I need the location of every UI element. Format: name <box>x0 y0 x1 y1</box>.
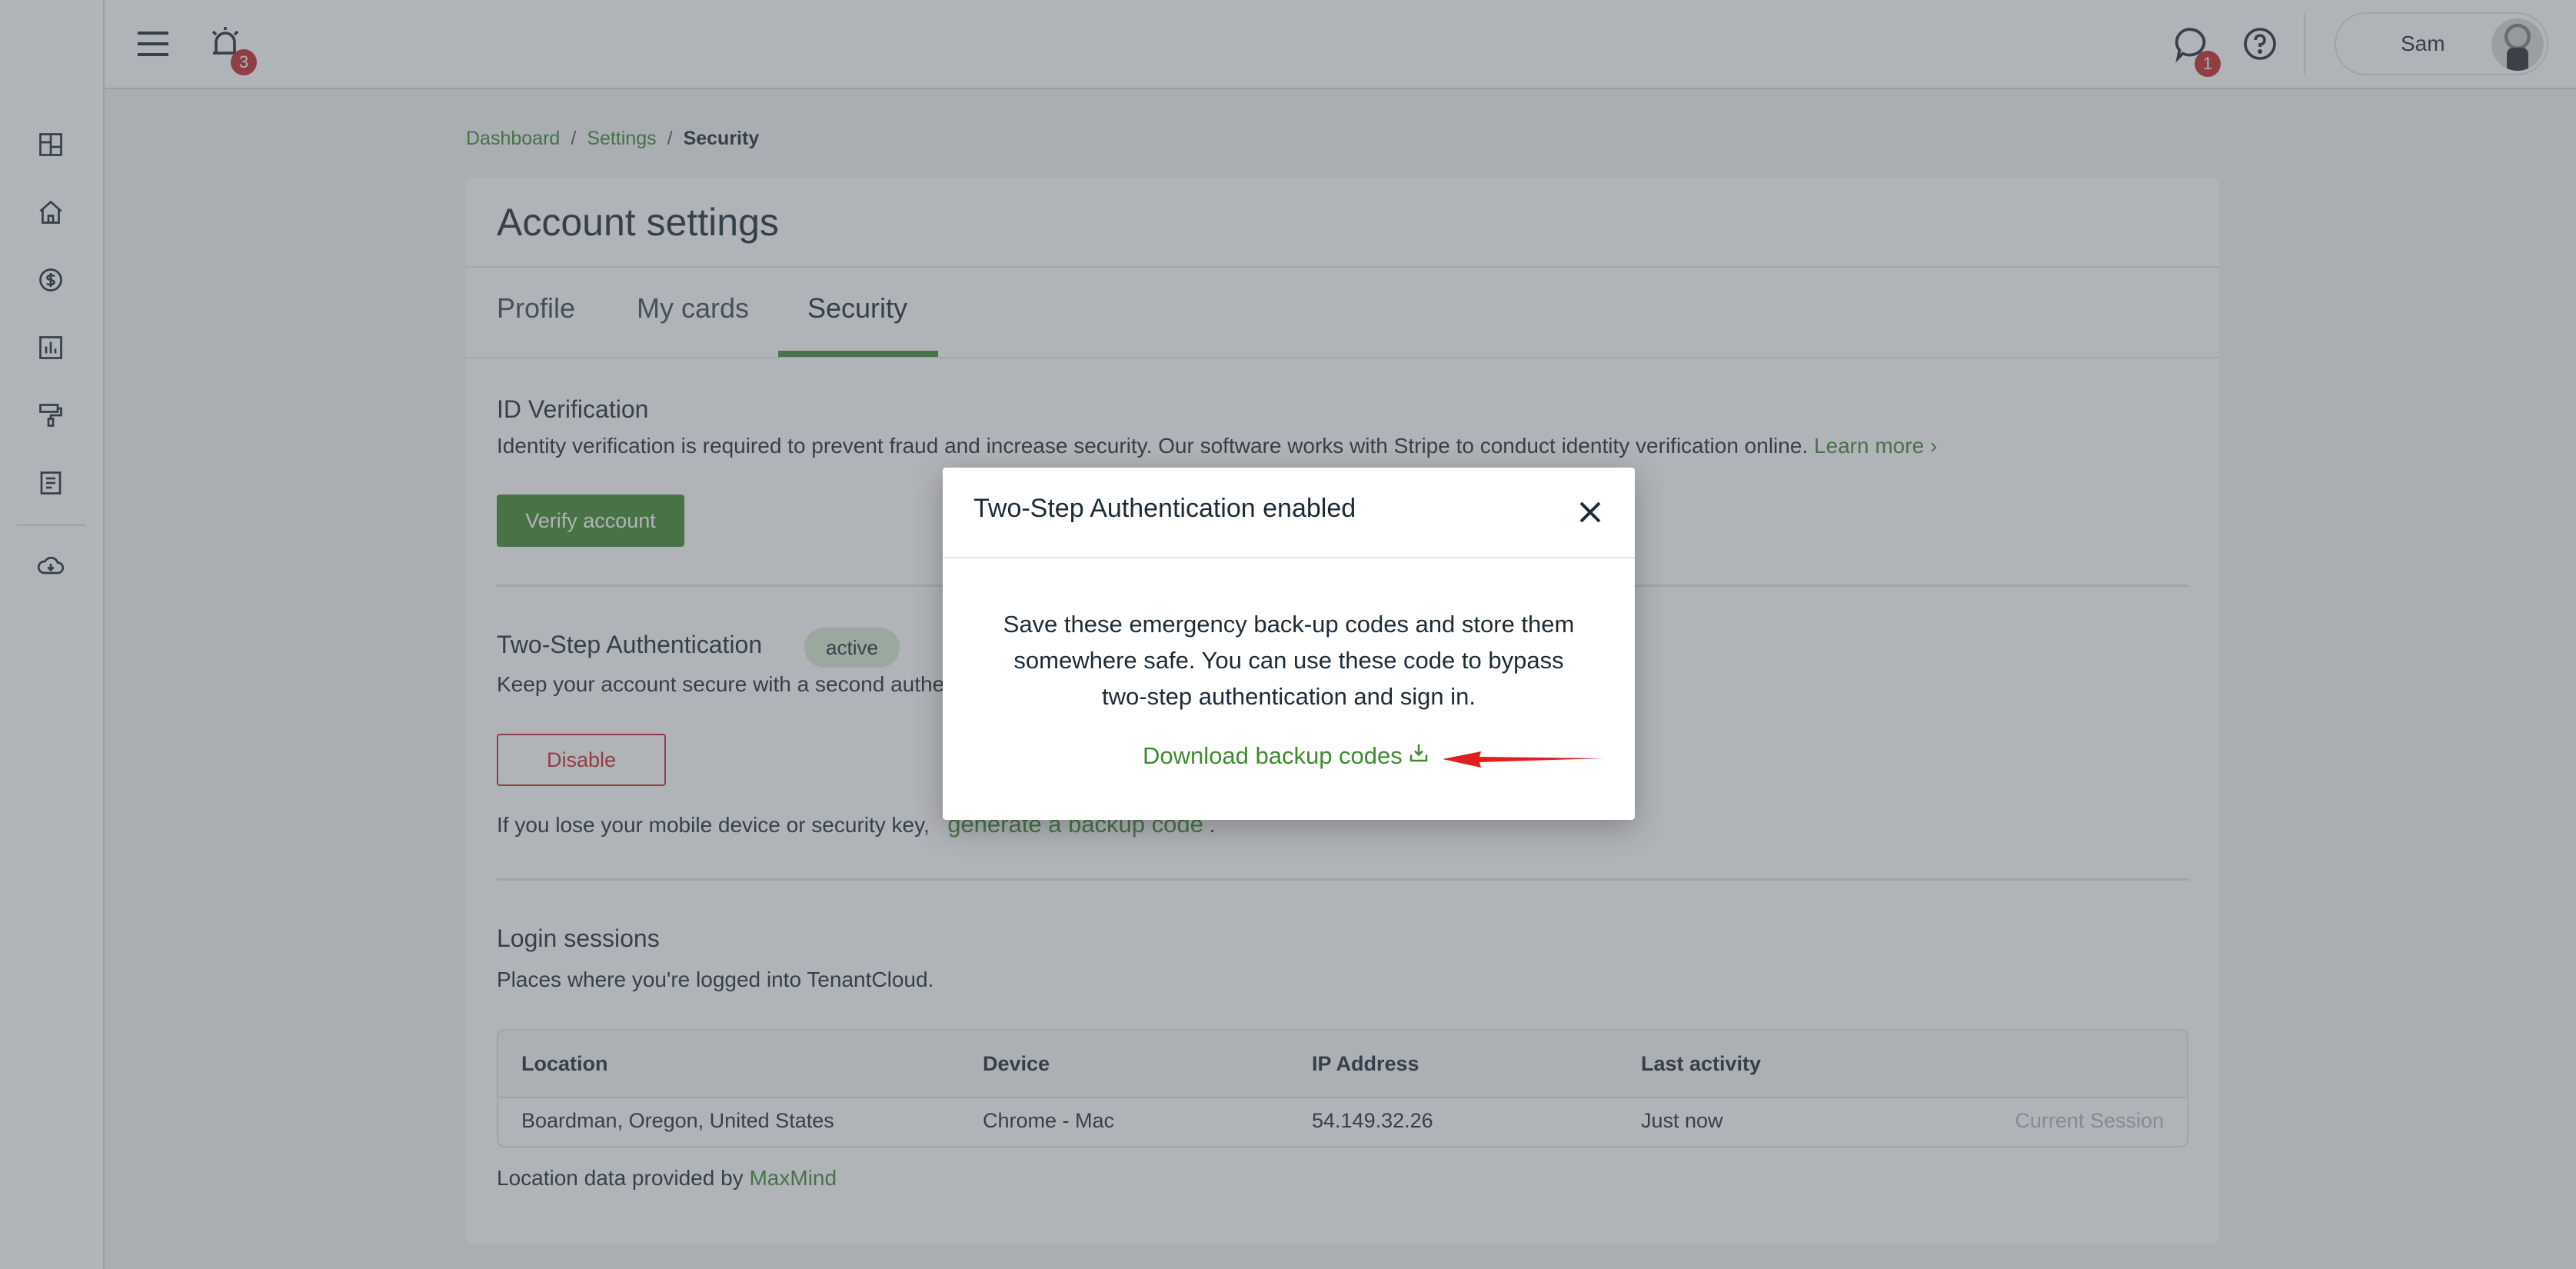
download-icon <box>1407 741 1430 771</box>
download-backup-codes-label: Download backup codes <box>1143 742 1403 769</box>
modal-divider <box>943 557 1635 558</box>
modal-body-text: Save these emergency back-up codes and s… <box>1003 611 1575 710</box>
close-icon[interactable] <box>1575 497 1606 528</box>
red-arrow-annotation <box>1443 751 1604 768</box>
modal-title: Two-Step Authentication enabled <box>973 494 1356 523</box>
download-backup-codes-link[interactable]: Download backup codes <box>1143 741 1430 771</box>
